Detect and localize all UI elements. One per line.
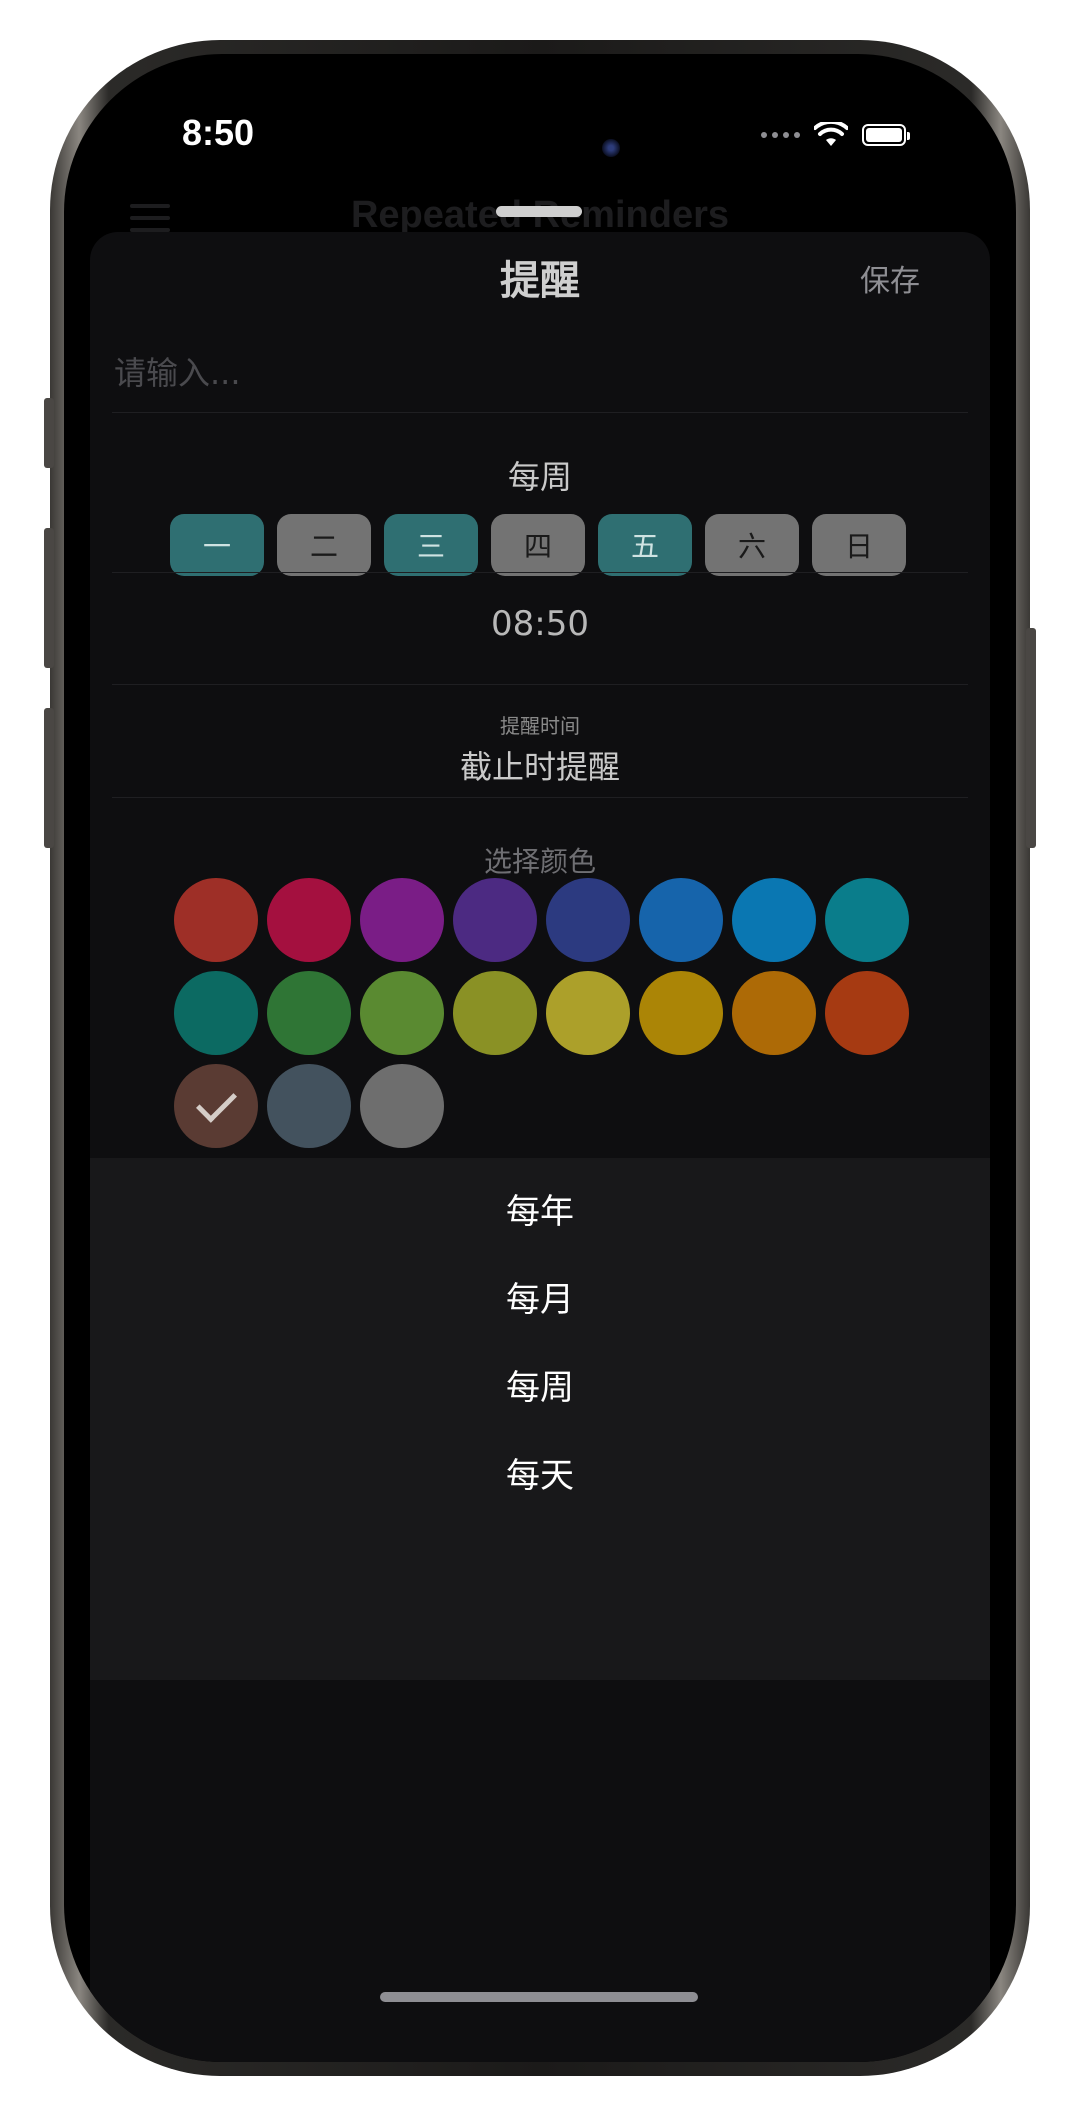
reminder-sheet: 提醒 保存 每周 一 二 三 四 五 六 日 08:50 提醒时间 截止时提醒 … — [90, 232, 990, 2062]
repeat-options-picker: 每年 每月 每周 每天 — [90, 1158, 990, 1680]
color-swatch[interactable] — [267, 878, 351, 962]
divider — [112, 684, 968, 685]
picker-option-daily[interactable]: 每天 — [90, 1448, 990, 1497]
weekday-button[interactable]: 二 — [277, 514, 371, 576]
dynamic-island — [424, 120, 656, 176]
remind-time-selector[interactable]: 截止时提醒 — [90, 742, 990, 788]
divider — [112, 572, 968, 573]
weekday-button[interactable]: 三 — [384, 514, 478, 576]
weekday-button[interactable]: 日 — [812, 514, 906, 576]
color-caption: 选择颜色 — [483, 845, 596, 878]
color-swatch[interactable] — [732, 878, 816, 962]
sheet-grabber[interactable] — [496, 206, 582, 217]
divider — [112, 412, 968, 413]
weekday-button[interactable]: 五 — [598, 514, 692, 576]
picker-option-monthly[interactable]: 每月 — [90, 1272, 990, 1321]
weekday-button[interactable]: 四 — [491, 514, 585, 576]
color-swatch[interactable] — [639, 971, 723, 1055]
color-swatch[interactable] — [174, 878, 258, 962]
checkmark-icon — [195, 1081, 237, 1123]
picker-option-weekly[interactable]: 每周 — [90, 1360, 990, 1409]
weekday-button[interactable]: 六 — [705, 514, 799, 576]
sheet-title: 提醒 — [500, 258, 580, 304]
color-swatch[interactable] — [360, 878, 444, 962]
repeat-frequency-selector[interactable]: 每周 — [90, 452, 990, 498]
save-button[interactable]: 保存 — [860, 256, 920, 300]
color-swatch[interactable] — [453, 971, 537, 1055]
volume-down-button — [44, 708, 54, 848]
divider — [112, 797, 968, 798]
battery-icon — [862, 124, 910, 146]
color-swatch[interactable] — [360, 971, 444, 1055]
power-button — [1026, 628, 1036, 848]
time-picker[interactable]: 08:50 — [90, 604, 990, 644]
home-indicator — [380, 1992, 698, 2002]
remind-time-caption: 提醒时间 — [500, 714, 580, 738]
color-swatch[interactable] — [174, 971, 258, 1055]
reminder-text-input[interactable] — [112, 332, 976, 414]
color-swatch[interactable] — [174, 1064, 258, 1148]
phone-screen: Repeated Reminders 8:50 提醒 保存 每周 一 二 三 四… — [64, 54, 1016, 2062]
color-swatch[interactable] — [267, 971, 351, 1055]
color-swatch[interactable] — [453, 878, 537, 962]
color-swatch[interactable] — [732, 971, 816, 1055]
color-swatch[interactable] — [639, 878, 723, 962]
color-swatch-grid — [174, 878, 934, 1148]
color-swatch[interactable] — [546, 971, 630, 1055]
camera-icon — [602, 139, 620, 157]
color-swatch[interactable] — [546, 878, 630, 962]
color-swatch[interactable] — [825, 971, 909, 1055]
picker-option-yearly[interactable]: 每年 — [90, 1184, 990, 1233]
volume-up-button — [44, 528, 54, 668]
status-time: 8:50 — [182, 112, 255, 153]
status-icons — [761, 122, 910, 148]
weekday-selector: 一 二 三 四 五 六 日 — [170, 514, 906, 576]
signal-icon — [761, 132, 800, 138]
weekday-button[interactable]: 一 — [170, 514, 264, 576]
wifi-icon — [814, 122, 848, 146]
color-swatch[interactable] — [360, 1064, 444, 1148]
color-swatch[interactable] — [825, 878, 909, 962]
silent-switch — [44, 398, 54, 468]
color-swatch[interactable] — [267, 1064, 351, 1148]
